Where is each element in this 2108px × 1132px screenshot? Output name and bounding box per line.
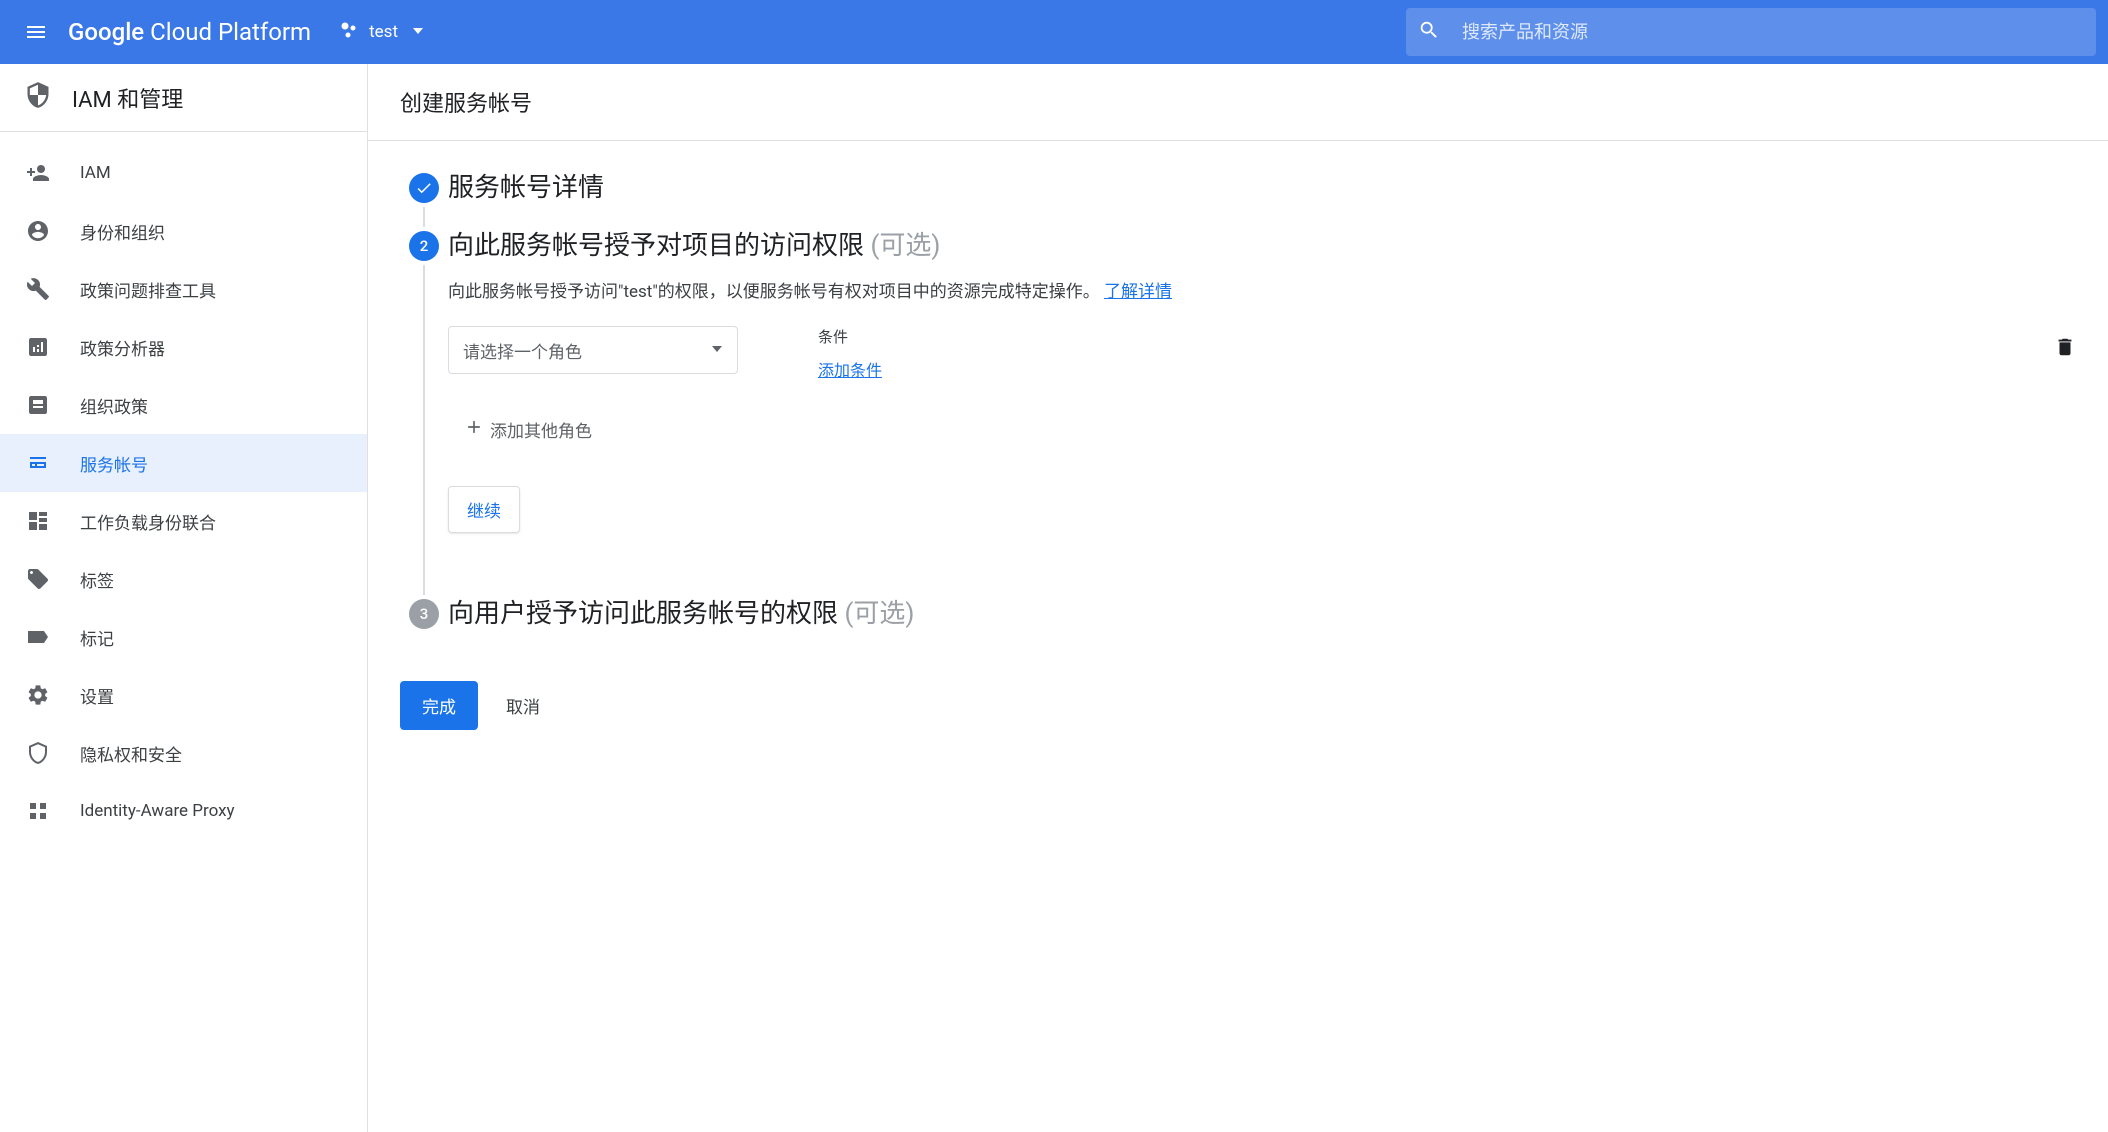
menu-icon [24,20,48,44]
chevron-down-icon [711,340,723,360]
top-header: Google Cloud Platform test [0,0,2108,64]
learn-more-link[interactable]: 了解详情 [1104,282,1172,302]
search-box[interactable] [1406,8,2096,56]
step3-indicator: 3 [409,599,439,629]
step-1: 服务帐号详情 [400,173,2076,231]
step1-indicator[interactable] [409,173,439,203]
sidebar-item-label: 设置 [80,683,114,708]
proxy-icon [26,799,50,823]
sidebar-item-tags[interactable]: 标记 [0,608,367,666]
sidebar-item-org-policy[interactable]: 组织政策 [0,376,367,434]
mark-icon [26,625,50,649]
add-person-icon [26,161,50,185]
sidebar-item-label: 隐私权和安全 [80,741,182,766]
page-title: 创建服务帐号 [368,64,2108,141]
project-icon [339,20,359,45]
hamburger-menu[interactable] [12,8,60,56]
step-3: 3 向用户授予访问此服务帐号的权限 (可选) [400,599,2076,657]
sidebar-title-text: IAM 和管理 [72,82,183,114]
trash-icon [2054,336,2076,358]
sidebar-item-iam[interactable]: IAM [0,144,367,202]
step-connector [423,207,425,227]
shield-outline-icon [26,741,50,765]
add-role-label: 添加其他角色 [490,417,592,442]
sidebar-item-label: 标记 [80,625,114,650]
workload-icon [26,509,50,533]
sidebar-item-label: 服务帐号 [80,451,148,476]
step2-title: 向此服务帐号授予对项目的访问权限 (可选) [448,231,2076,261]
logo-suffix: Cloud Platform [144,18,311,46]
condition-label: 条件 [818,326,882,347]
done-button[interactable]: 完成 [400,681,478,730]
gcp-logo[interactable]: Google Cloud Platform [68,18,311,46]
analyzer-icon [26,335,50,359]
sidebar-item-troubleshoot[interactable]: 政策问题排查工具 [0,260,367,318]
list-icon [26,393,50,417]
optional-label: (可选) [844,599,914,629]
role-placeholder: 请选择一个角色 [463,338,582,363]
role-row: 请选择一个角色 条件 添加条件 [448,326,2076,381]
add-condition-link[interactable]: 添加条件 [818,357,882,381]
sidebar-item-label: 组织政策 [80,393,148,418]
logo-prefix: Google [68,18,144,46]
sidebar: IAM 和管理 IAM 身份和组织 政策问题排查工具 政策分析器 组织政策 [0,64,368,1132]
sidebar-list: IAM 身份和组织 政策问题排查工具 政策分析器 组织政策 服务帐号 [0,132,367,840]
step2-indicator: 2 [409,231,439,261]
sidebar-item-label: 政策分析器 [80,335,165,360]
step2-description: 向此服务帐号授予访问"test"的权限，以便服务帐号有权对项目中的资源完成特定操… [448,279,2076,306]
search-icon [1418,19,1440,45]
sidebar-item-settings[interactable]: 设置 [0,666,367,724]
sidebar-item-label: 身份和组织 [80,219,165,244]
stepper: 服务帐号详情 2 向此服务帐号授予对项目的访问权限 (可选) 向此服务帐号授予访… [368,141,2108,762]
plus-icon [464,417,484,442]
person-icon [26,219,50,243]
add-another-role-button[interactable]: 添加其他角色 [448,405,2076,454]
dropdown-arrow-icon [412,22,424,42]
footer-buttons: 完成 取消 [400,681,2076,730]
sidebar-item-workload[interactable]: 工作负载身份联合 [0,492,367,550]
wrench-icon [26,277,50,301]
step3-title[interactable]: 向用户授予访问此服务帐号的权限 (可选) [448,599,2076,629]
condition-section: 条件 添加条件 [818,326,882,381]
sidebar-section-title[interactable]: IAM 和管理 [0,64,367,132]
main-content: 创建服务帐号 服务帐号详情 2 [368,64,2108,1132]
cancel-button[interactable]: 取消 [506,681,540,730]
service-account-icon [26,451,50,475]
sidebar-item-label: 工作负载身份联合 [80,509,216,534]
sidebar-item-analyzer[interactable]: 政策分析器 [0,318,367,376]
sidebar-item-label: IAM [80,163,111,183]
shield-icon [24,81,52,115]
sidebar-item-label: Identity-Aware Proxy [80,801,235,821]
sidebar-item-labels[interactable]: 标签 [0,550,367,608]
sidebar-item-identity[interactable]: 身份和组织 [0,202,367,260]
sidebar-item-service-accounts[interactable]: 服务帐号 [0,434,367,492]
sidebar-item-iap[interactable]: Identity-Aware Proxy [0,782,367,840]
continue-button[interactable]: 继续 [448,486,520,533]
sidebar-item-label: 标签 [80,567,114,592]
step-connector [423,265,425,595]
search-input[interactable] [1462,22,2084,43]
delete-role-button[interactable] [2054,336,2076,362]
step-2: 2 向此服务帐号授予对项目的访问权限 (可选) 向此服务帐号授予访问"test"… [400,231,2076,599]
gear-icon [26,683,50,707]
sidebar-item-privacy[interactable]: 隐私权和安全 [0,724,367,782]
sidebar-item-label: 政策问题排查工具 [80,277,216,302]
role-select[interactable]: 请选择一个角色 [448,326,738,374]
check-icon [415,179,433,197]
tag-icon [26,567,50,591]
project-selector[interactable]: test [339,20,424,45]
project-name: test [369,22,398,42]
step1-title[interactable]: 服务帐号详情 [448,173,2076,203]
optional-label: (可选) [870,231,940,261]
